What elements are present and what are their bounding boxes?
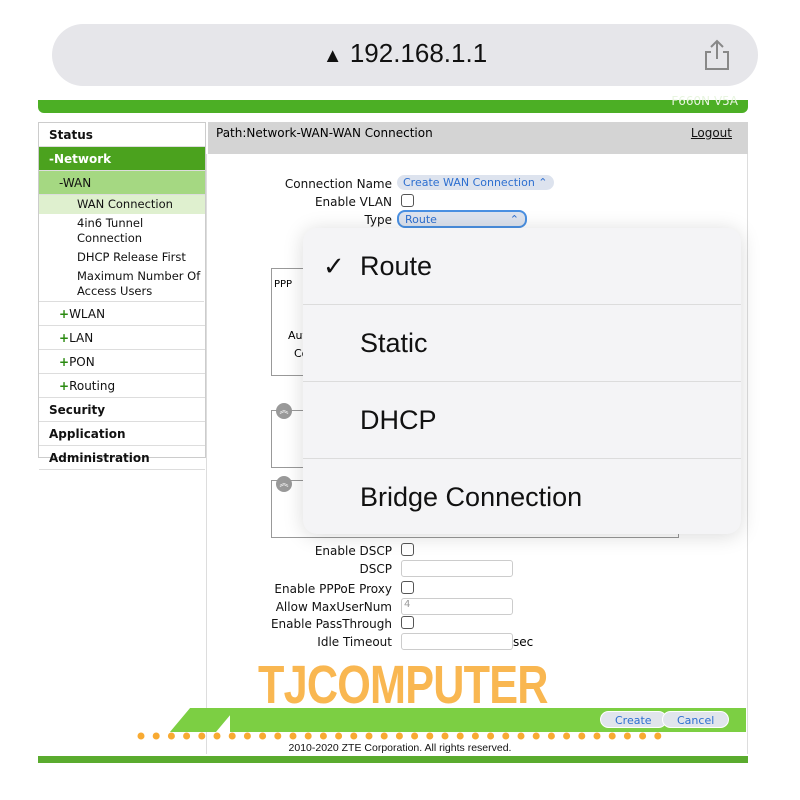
watermark-dot <box>380 732 388 740</box>
watermark-dot <box>623 732 631 740</box>
allow-maxusernum-input[interactable]: 4 <box>401 598 513 615</box>
ppp-legend: PPP <box>274 279 293 290</box>
watermark-dot <box>502 732 510 740</box>
enable-pppoe-proxy-checkbox[interactable] <box>401 581 414 594</box>
watermark-dot <box>304 732 312 740</box>
watermark-dot <box>183 732 191 740</box>
collapse-icon[interactable]: ︽ <box>276 476 292 492</box>
bottom-bar <box>38 756 748 763</box>
value: Create WAN Connection <box>403 176 535 189</box>
option-label: Static <box>360 328 428 358</box>
type-select[interactable]: Route ⌃ <box>397 210 527 228</box>
watermark-dot <box>395 732 403 740</box>
option-route[interactable]: ✓ Route <box>303 228 741 305</box>
watermark-dot <box>456 732 464 740</box>
watermark-dot <box>289 732 297 740</box>
option-static[interactable]: Static <box>303 305 741 382</box>
watermark-dot <box>578 732 586 740</box>
watermark-dot <box>563 732 571 740</box>
enable-passthrough-checkbox[interactable] <box>401 616 414 629</box>
collapse-icon[interactable]: ︽ <box>276 403 292 419</box>
allow-maxusernum-label: Allow MaxUserNum <box>275 600 392 614</box>
idle-timeout-input[interactable] <box>401 633 513 650</box>
type-dropdown-menu: ✓ Route Static DHCP Bridge Connection <box>303 228 741 534</box>
watermark-dot <box>228 732 236 740</box>
dscp-input[interactable] <box>401 560 513 577</box>
watermark-dots <box>137 732 662 740</box>
option-label: Route <box>360 251 433 281</box>
option-bridge-connection[interactable]: Bridge Connection <box>303 459 741 534</box>
enable-passthrough-label: Enable PassThrough <box>270 617 392 631</box>
idle-timeout-unit: sec <box>513 635 534 649</box>
watermark-dot <box>319 732 327 740</box>
type-label: Type <box>364 213 392 227</box>
divider <box>206 154 207 754</box>
watermark-dot <box>654 732 662 740</box>
watermark-dot <box>487 732 495 740</box>
watermark-dot <box>259 732 267 740</box>
enable-dscp-label: Enable DSCP <box>314 544 392 558</box>
option-label: Bridge Connection <box>360 482 583 512</box>
create-button[interactable]: Create <box>600 711 667 728</box>
enable-dscp-checkbox[interactable] <box>401 543 414 556</box>
watermark-dot <box>593 732 601 740</box>
watermark-dot <box>137 732 145 740</box>
watermark-dot <box>441 732 449 740</box>
watermark-dot <box>547 732 555 740</box>
copyright: 2010-2020 ZTE Corporation. All rights re… <box>288 742 512 754</box>
watermark-dot <box>213 732 221 740</box>
watermark: TJCOMPUTER <box>258 655 548 715</box>
value: Route <box>405 213 437 226</box>
enable-vlan-checkbox[interactable] <box>401 194 414 207</box>
watermark-dot <box>198 732 206 740</box>
watermark-dot <box>532 732 540 740</box>
watermark-dot <box>471 732 479 740</box>
divider <box>747 154 748 754</box>
watermark-dot <box>167 732 175 740</box>
watermark-dot <box>274 732 282 740</box>
connection-name-select[interactable]: Create WAN Connection ⌃ <box>397 175 554 190</box>
watermark-dot <box>608 732 616 740</box>
watermark-dot <box>152 732 160 740</box>
checkmark-icon: ✓ <box>323 251 345 281</box>
option-dhcp[interactable]: DHCP <box>303 382 741 459</box>
watermark-dot <box>639 732 647 740</box>
idle-timeout-label: Idle Timeout <box>317 635 392 649</box>
watermark-dot <box>350 732 358 740</box>
watermark-dot <box>411 732 419 740</box>
option-label: DHCP <box>360 405 437 435</box>
watermark-dot <box>243 732 251 740</box>
enable-vlan-label: Enable VLAN <box>314 195 392 209</box>
watermark-dot <box>335 732 343 740</box>
dscp-label: DSCP <box>359 562 392 576</box>
watermark-dot <box>426 732 434 740</box>
watermark-dot <box>365 732 373 740</box>
cancel-button[interactable]: Cancel <box>662 711 730 728</box>
connection-name-label: Connection Name <box>284 177 392 191</box>
watermark-dot <box>517 732 525 740</box>
enable-pppoe-proxy-label: Enable PPPoE Proxy <box>274 582 392 596</box>
